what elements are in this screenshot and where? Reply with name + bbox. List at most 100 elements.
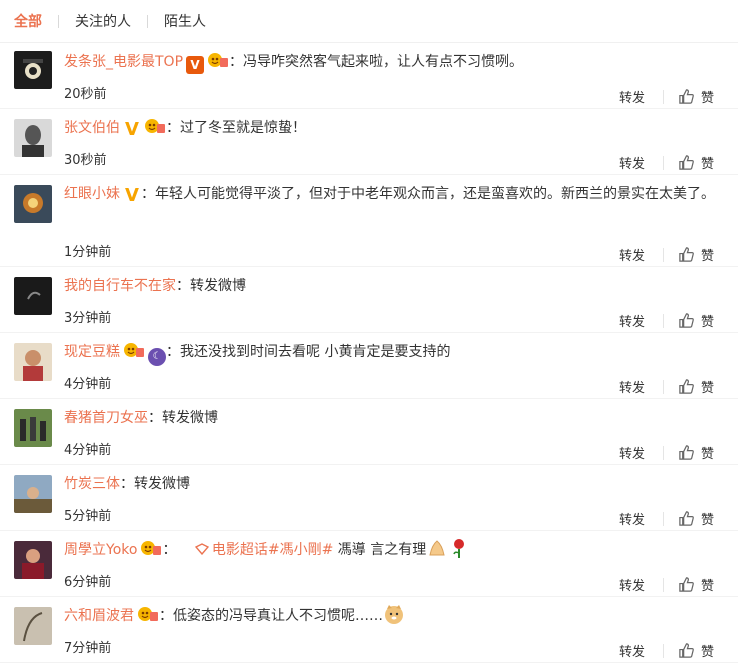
username-link[interactable]: 竹炭三体 [64,476,120,492]
comment-text: ：转发微博 [148,410,218,426]
action-divider [662,313,664,328]
avatar[interactable] [14,475,52,513]
comment-actions: 转发 赞 [619,153,714,172]
avatar[interactable] [14,51,52,89]
avatar[interactable] [14,409,52,447]
fan-badge-icon[interactable] [140,539,162,557]
like-label: 赞 [700,91,714,106]
avatar[interactable] [14,607,52,645]
comment-text: ：我还没找到时间去看呢 小黄肯定是要支持的 [166,344,451,360]
hashtag-link[interactable]: #馮小剛# [268,542,333,558]
thumbs-up-icon [679,155,694,170]
fan-badge-icon[interactable] [207,51,229,69]
comment-text: ：冯导咋突然客气起来啦，让人有点不习惯咧。 [229,54,524,70]
comment-item: 我的自行车不在家：转发微博 3分钟前 转发 赞 [0,267,738,333]
comment-item: 六和眉波君 ：低姿态的冯导真让人不习惯呢…… 7分钟前 转发 赞 [0,597,738,663]
supertopic-link[interactable]: 电影超话 [194,542,268,558]
repost-button[interactable]: 转发 [619,575,645,594]
action-divider [662,379,664,394]
like-button[interactable]: 赞 [678,245,714,264]
comment-content: 六和眉波君 ：低姿态的冯导真让人不习惯呢…… [64,603,716,629]
avatar[interactable] [14,185,52,223]
fan-badge-icon[interactable] [123,341,145,359]
comment-text: ：转发微博 [176,278,246,294]
action-divider [662,643,664,658]
repost-button[interactable]: 转发 [619,377,645,396]
tab-following[interactable]: 关注的人 [75,11,131,31]
comment-content: 我的自行车不在家：转发微博 [64,273,716,299]
repost-button[interactable]: 转发 [619,509,645,528]
comment-time: 1分钟前 [64,245,112,260]
tab-strangers[interactable]: 陌生人 [164,11,206,31]
like-button[interactable]: 赞 [678,443,714,462]
repost-button[interactable]: 转发 [619,443,645,462]
username-link[interactable]: 我的自行车不在家 [64,278,176,294]
like-button[interactable]: 赞 [678,87,714,106]
avatar[interactable] [14,343,52,381]
comment-list: 发条张_电影最TOP V ：冯导咋突然客气起来啦，让人有点不习惯咧。 20秒前 转发… [0,43,738,663]
fan-badge-icon[interactable] [137,605,159,623]
tab-all[interactable]: 全部 [14,11,42,31]
like-button[interactable]: 赞 [678,509,714,528]
vip-icon[interactable]: V [186,56,205,74]
supertopic-label: 电影超话 [211,542,268,558]
comment-actions: 转发 赞 [619,87,714,106]
action-divider [662,89,664,104]
thumbs-up-icon [679,89,694,104]
thumbs-up-icon [679,247,694,262]
repost-button[interactable]: 转发 [619,153,645,172]
v-verified-icon[interactable]: V [123,121,141,139]
comment-time: 7分钟前 [64,641,112,656]
comment-time: 4分钟前 [64,443,112,458]
v-verified-icon[interactable]: V [123,187,141,205]
username-link[interactable]: 张文伯伯 [64,120,120,136]
comment-item: 周學立Yoko ： 电影超话#馮小剛# 馮導 言之有理 6分钟前 转发 赞 [0,531,738,597]
repost-button[interactable]: 转发 [619,641,645,660]
comment-content: 红眼小妹 V ：年轻人可能觉得平淡了，但对于中老年观众而言，还是蛮喜欢的。新西兰的景… [64,181,716,207]
action-divider [662,445,664,460]
comment-item: 春猪首刀女巫：转发微博 4分钟前 转发 赞 [0,399,738,465]
like-label: 赞 [700,157,714,172]
username-link[interactable]: 六和眉波君 [64,608,134,624]
comment-content: 竹炭三体：转发微博 [64,471,716,497]
like-button[interactable]: 赞 [678,153,714,172]
thumbs-up-icon [679,379,694,394]
comment-actions: 转发 赞 [619,377,714,396]
like-button[interactable]: 赞 [678,575,714,594]
like-label: 赞 [700,579,714,594]
like-button[interactable]: 赞 [678,377,714,396]
repost-button[interactable]: 转发 [619,87,645,106]
comment-item: 发条张_电影最TOP V ：冯导咋突然客气起来啦，让人有点不习惯咧。 20秒前 转发… [0,43,738,109]
comment-actions: 转发 赞 [619,443,714,462]
comment-text: ：低姿态的冯导真让人不习惯呢…… [159,608,383,624]
thumbs-up-icon [679,577,694,592]
like-button[interactable]: 赞 [678,641,714,660]
avatar[interactable] [14,277,52,315]
comment-item: 红眼小妹 V ：年轻人可能觉得平淡了，但对于中老年观众而言，还是蛮喜欢的。新西兰的景… [0,175,738,267]
tab-divider [58,14,59,28]
rose-emoji [453,539,465,558]
action-divider [662,577,664,592]
comment-content: 张文伯伯 V ：过了冬至就是惊蛰！ [64,115,716,141]
comment-actions: 转发 赞 [619,311,714,330]
moon-badge-icon[interactable]: ☾ [148,348,166,366]
username-link[interactable]: 现定豆糕 [64,344,120,360]
avatar[interactable] [14,119,52,157]
like-button[interactable]: 赞 [678,311,714,330]
repost-button[interactable]: 转发 [619,311,645,330]
username-link[interactable]: 春猪首刀女巫 [64,410,148,426]
username-link[interactable]: 红眼小妹 [64,186,120,202]
comment-text: ：转发微博 [120,476,190,492]
fan-badge-icon[interactable] [144,117,166,135]
avatar[interactable] [14,541,52,579]
like-label: 赞 [700,315,714,330]
action-divider [662,511,664,526]
comment-content: 发条张_电影最TOP V ：冯导咋突然客气起来啦，让人有点不习惯咧。 [64,49,716,75]
comment-time: 30秒前 [64,153,107,168]
username-link[interactable]: 周學立Yoko [64,542,137,558]
username-link[interactable]: 发条张_电影最TOP [64,54,183,70]
like-label: 赞 [700,645,714,660]
comment-text: ：年轻人可能觉得平淡了，但对于中老年观众而言，还是蛮喜欢的。新西兰的景实在太美了… [141,186,715,202]
comment-time: 6分钟前 [64,575,112,590]
repost-button[interactable]: 转发 [619,245,645,264]
